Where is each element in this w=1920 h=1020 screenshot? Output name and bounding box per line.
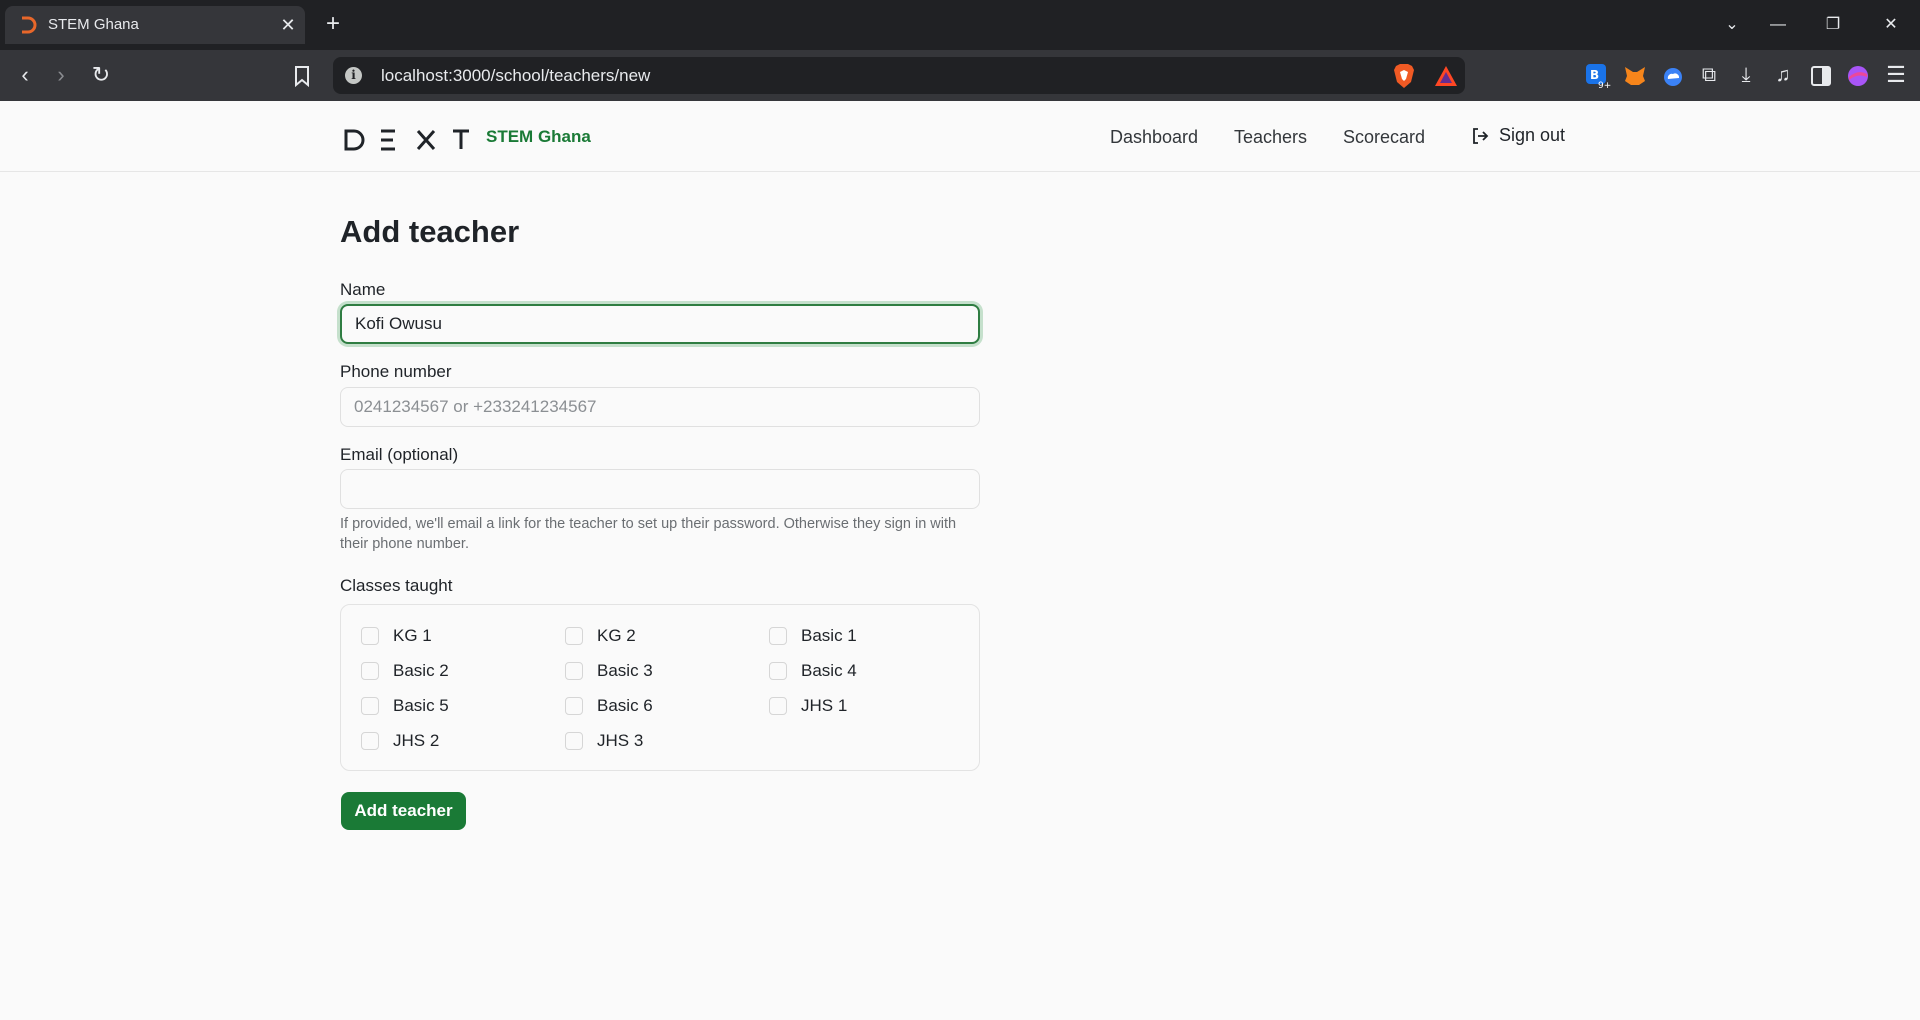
class-option[interactable]: KG 2 bbox=[565, 626, 636, 646]
class-option[interactable]: JHS 2 bbox=[361, 731, 439, 751]
tab-search-icon[interactable]: ⌄ bbox=[1717, 10, 1747, 40]
class-label: Basic 6 bbox=[597, 696, 653, 715]
browser-tab[interactable]: STEM Ghana ✕ bbox=[5, 6, 305, 44]
nav-dashboard[interactable]: Dashboard bbox=[1110, 127, 1198, 148]
nav-scorecard[interactable]: Scorecard bbox=[1343, 127, 1425, 148]
class-option[interactable]: JHS 3 bbox=[565, 731, 643, 751]
class-option[interactable]: Basic 5 bbox=[361, 696, 449, 716]
checkbox[interactable] bbox=[565, 697, 583, 715]
phone-label: Phone number bbox=[340, 362, 452, 381]
back-icon[interactable]: ‹ bbox=[10, 61, 40, 91]
new-tab-icon[interactable]: + bbox=[320, 12, 346, 38]
url-text: localhost:3000/school/teachers/new bbox=[381, 66, 651, 85]
page-title: Add teacher bbox=[340, 214, 520, 249]
restore-icon[interactable]: ❐ bbox=[1818, 10, 1848, 40]
email-label: Email (optional) bbox=[340, 445, 459, 464]
checkbox[interactable] bbox=[769, 662, 787, 680]
downloads-icon[interactable]: ⤓ bbox=[1731, 61, 1761, 91]
extension-translate-icon[interactable]: B 9+ bbox=[1585, 63, 1611, 89]
checkbox[interactable] bbox=[769, 697, 787, 715]
name-label: Name bbox=[340, 280, 386, 299]
class-option[interactable]: Basic 6 bbox=[565, 696, 653, 716]
add-teacher-button[interactable]: Add teacher bbox=[341, 792, 466, 830]
address-bar[interactable]: i localhost:3000/school/teachers/new bbox=[333, 57, 1465, 94]
email-help-text: If provided, we'll email a link for the … bbox=[340, 516, 957, 552]
extension-cloud-icon[interactable] bbox=[1660, 63, 1686, 89]
class-label: Basic 4 bbox=[801, 661, 857, 680]
svg-text:9+: 9+ bbox=[1598, 81, 1611, 89]
checkbox[interactable] bbox=[565, 732, 583, 750]
checkbox[interactable] bbox=[361, 627, 379, 645]
classes-group: KG 1 KG 2 Basic 1 Basic 2 Basic 3 Basic … bbox=[340, 604, 980, 771]
class-label: JHS 2 bbox=[393, 731, 440, 750]
sign-out-icon bbox=[1473, 127, 1489, 144]
bookmark-icon[interactable] bbox=[293, 65, 311, 87]
class-label: JHS 1 bbox=[801, 696, 848, 715]
class-option[interactable]: Basic 1 bbox=[769, 626, 857, 646]
class-option[interactable]: Basic 2 bbox=[361, 661, 449, 681]
extensions-icon[interactable]: ⧉ bbox=[1694, 61, 1724, 91]
class-option[interactable]: Basic 4 bbox=[769, 661, 857, 681]
sign-out-label: Sign out bbox=[1499, 125, 1566, 145]
site-info-icon[interactable]: i bbox=[345, 67, 362, 84]
checkbox[interactable] bbox=[361, 732, 379, 750]
close-window-icon[interactable]: ✕ bbox=[1876, 10, 1906, 40]
forward-icon[interactable]: › bbox=[46, 61, 76, 91]
checkbox[interactable] bbox=[361, 697, 379, 715]
svg-text:B: B bbox=[1590, 68, 1599, 82]
class-label: Basic 2 bbox=[393, 661, 449, 680]
dext-logo[interactable] bbox=[343, 126, 471, 154]
phone-input[interactable] bbox=[340, 387, 980, 427]
class-label: JHS 3 bbox=[597, 731, 644, 750]
tab-close-icon[interactable]: ✕ bbox=[277, 14, 299, 36]
class-label: Basic 5 bbox=[393, 696, 449, 715]
class-label: KG 2 bbox=[597, 626, 636, 645]
classes-label: Classes taught bbox=[340, 576, 453, 595]
app-header: STEM Ghana Dashboard Teachers Scorecard … bbox=[0, 101, 1920, 172]
brave-rewards-icon[interactable] bbox=[1434, 65, 1458, 87]
reload-icon[interactable]: ↻ bbox=[86, 61, 116, 91]
checkbox[interactable] bbox=[769, 627, 787, 645]
dext-favicon-icon bbox=[22, 16, 37, 34]
email-input[interactable] bbox=[340, 469, 980, 509]
name-input[interactable] bbox=[340, 304, 980, 344]
sign-out-button[interactable]: Sign out bbox=[1470, 125, 1565, 146]
class-option[interactable]: JHS 1 bbox=[769, 696, 847, 716]
profile-avatar-icon[interactable] bbox=[1845, 63, 1871, 89]
class-option[interactable]: Basic 3 bbox=[565, 661, 653, 681]
nav-teachers[interactable]: Teachers bbox=[1234, 127, 1307, 148]
extension-metamask-icon[interactable] bbox=[1622, 63, 1648, 89]
class-option[interactable]: KG 1 bbox=[361, 626, 432, 646]
checkbox[interactable] bbox=[565, 662, 583, 680]
browser-tab-strip: STEM Ghana ✕ + ⌄ — ❐ ✕ bbox=[0, 0, 1920, 50]
brand-name[interactable]: STEM Ghana bbox=[486, 127, 591, 147]
class-label: Basic 3 bbox=[597, 661, 653, 680]
brave-shields-icon[interactable] bbox=[1392, 63, 1416, 89]
class-label: KG 1 bbox=[393, 626, 432, 645]
browser-toolbar: ‹ › ↻ i localhost:3000/school/teachers/n… bbox=[0, 50, 1920, 101]
checkbox[interactable] bbox=[361, 662, 379, 680]
sidebar-icon[interactable] bbox=[1808, 63, 1834, 89]
checkbox[interactable] bbox=[565, 627, 583, 645]
media-icon[interactable]: ♫ bbox=[1768, 61, 1798, 91]
tab-title: STEM Ghana bbox=[48, 16, 139, 33]
minimize-icon[interactable]: — bbox=[1763, 10, 1793, 40]
menu-icon[interactable]: ☰ bbox=[1881, 61, 1911, 91]
class-label: Basic 1 bbox=[801, 626, 857, 645]
